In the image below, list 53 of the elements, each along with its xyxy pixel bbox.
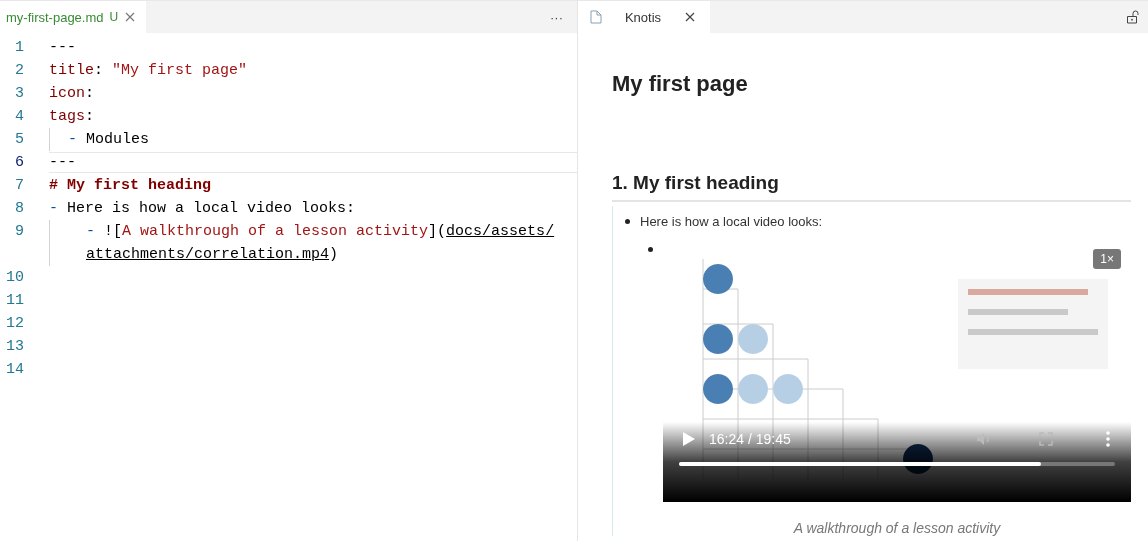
line-number: 10: [5, 269, 25, 286]
code-token: -: [67, 131, 78, 148]
code-token: -: [85, 223, 96, 240]
section-heading: 1. My first heading: [612, 172, 1131, 202]
code-token: docs/assets/: [446, 223, 555, 240]
git-status: U: [109, 10, 119, 24]
page-title: My first page: [612, 71, 749, 97]
preview-tab[interactable]: Knotis: [578, 1, 710, 33]
line-number: 3: [14, 85, 25, 102]
line-number: 9: [14, 223, 25, 240]
progress-track[interactable]: [679, 462, 1115, 466]
file-icon: [590, 10, 602, 24]
code-token: :: [85, 85, 95, 102]
code-token: tags: [49, 108, 85, 125]
code-token: ![: [104, 223, 123, 240]
line-number: 12: [5, 315, 25, 332]
code-token: :: [85, 108, 95, 125]
line-number: 4: [14, 108, 25, 125]
code-token: A walkthrough of a lesson activity: [122, 223, 429, 240]
line-number: 1: [14, 39, 25, 56]
code-token: ---: [49, 39, 76, 56]
code-token: attachments/correlation.mp4: [86, 246, 330, 263]
line-number: 8: [14, 200, 25, 217]
code-token: # My first heading: [49, 177, 212, 194]
line-number: 11: [5, 292, 25, 309]
code-token: icon: [49, 85, 85, 102]
line-number: 14: [5, 361, 25, 378]
video-caption: A walkthrough of a lesson activity: [792, 520, 1002, 536]
code-token: ): [329, 246, 339, 263]
line-number: 6: [14, 154, 25, 171]
code-token: :: [94, 62, 105, 79]
line-number: 5: [14, 131, 25, 148]
close-icon[interactable]: [684, 11, 696, 23]
code-token: ](: [428, 223, 447, 240]
line-number: 2: [14, 62, 25, 79]
more-actions-button[interactable]: ···: [550, 9, 563, 25]
line-number: 13: [5, 338, 25, 355]
close-icon[interactable]: [124, 11, 137, 23]
bullet-icon: [625, 219, 630, 224]
code-token: title: [49, 62, 94, 79]
bullet-icon: [648, 247, 653, 252]
video-time: 16:24 / 19:45: [709, 431, 791, 447]
fullscreen-icon[interactable]: [1037, 430, 1055, 448]
code-token: -: [49, 200, 59, 217]
line-number: 7: [14, 177, 25, 194]
code-token: Modules: [86, 131, 150, 148]
list-item-text: Here is how a local video looks:: [640, 214, 823, 229]
code-token: "My first page": [112, 62, 248, 79]
code-token: ---: [49, 154, 76, 171]
unlocked-icon[interactable]: [1126, 10, 1140, 24]
playback-speed-button[interactable]: 1×: [1093, 249, 1121, 269]
file-tab[interactable]: my-first-page.md U: [0, 1, 147, 33]
code-token: Here is how a local video looks:: [67, 200, 356, 217]
